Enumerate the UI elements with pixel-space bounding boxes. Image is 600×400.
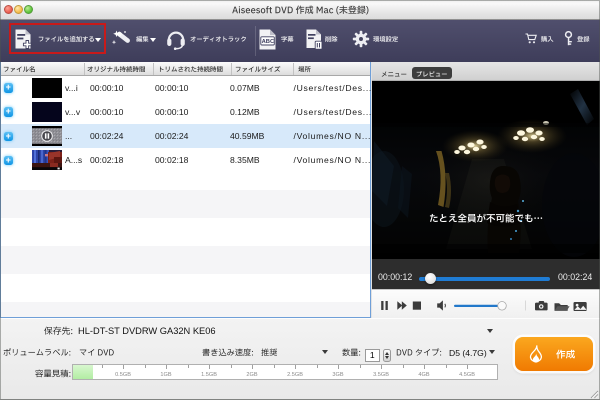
svg-text:ABC: ABC [262,39,275,45]
